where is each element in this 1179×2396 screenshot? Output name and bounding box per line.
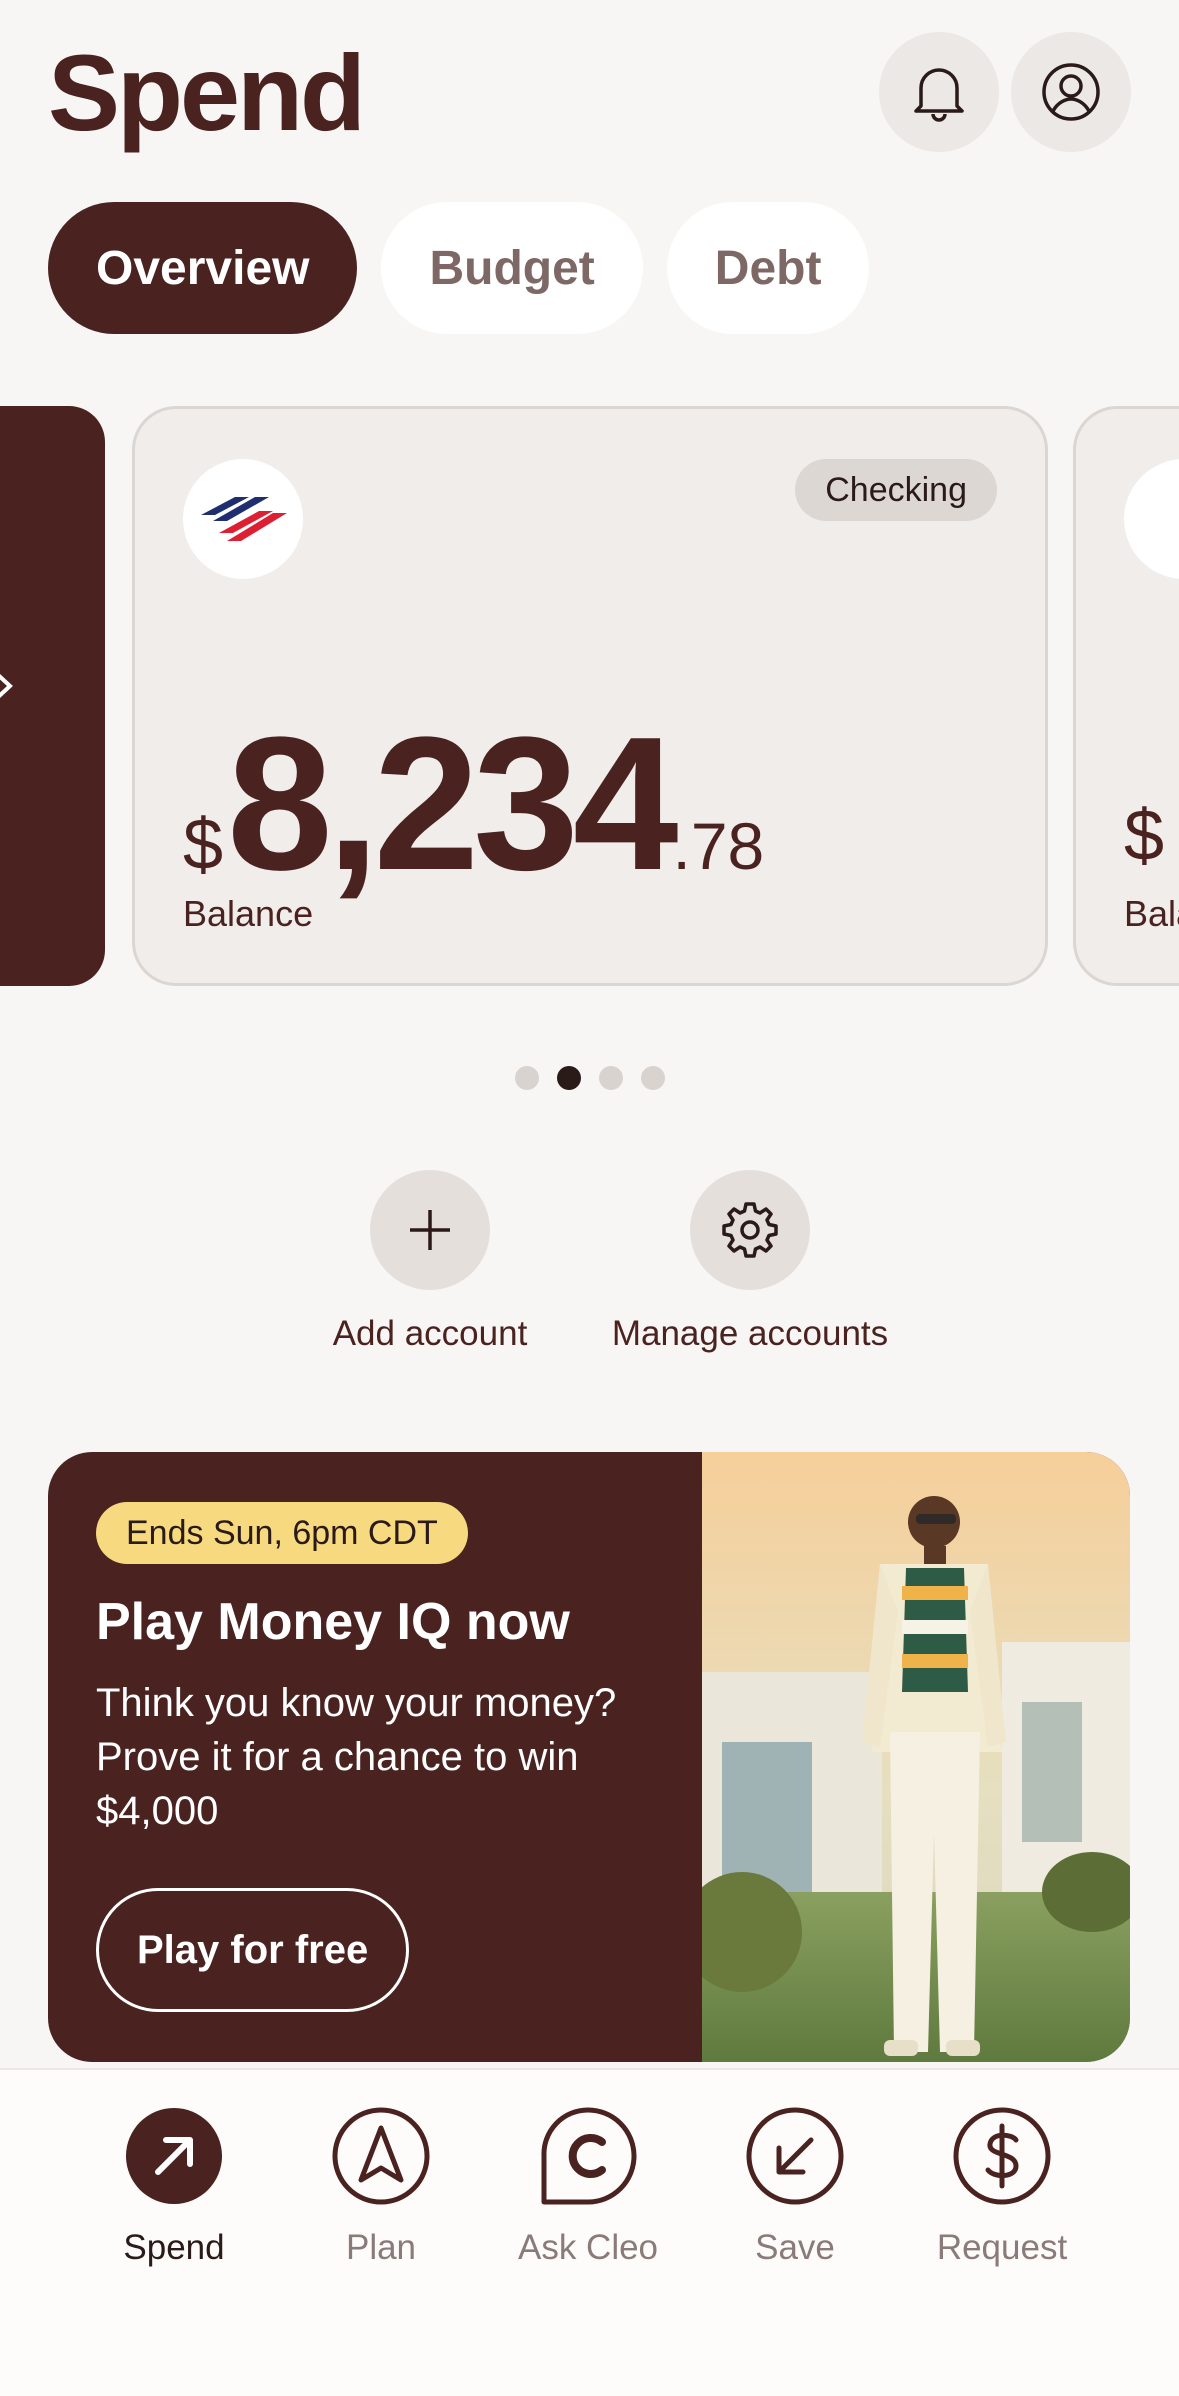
nav-request-icon-wrap[interactable] [952, 2106, 1052, 2206]
nav-label: Request [936, 2228, 1068, 2267]
account-type-badge: Checking [795, 459, 997, 521]
account-card[interactable]: Checking $ 8,234 .78 Balance [132, 406, 1048, 986]
manage-accounts-label: Manage accounts [611, 1314, 889, 1353]
balance-cents: .78 [672, 809, 765, 883]
tab-overview[interactable]: Overview [48, 202, 358, 334]
page-title: Spend [48, 32, 366, 153]
promo-card[interactable]: Ends Sun, 6pm CDT Play Money IQ now Thin… [48, 1452, 1130, 2062]
nav-label: Spend [123, 2228, 225, 2267]
profile-icon [1042, 63, 1100, 121]
profile-button[interactable] [1011, 32, 1131, 152]
add-account-circle[interactable] [370, 1170, 490, 1290]
pagination-dot[interactable] [598, 1066, 623, 1090]
plus-icon [410, 1210, 450, 1250]
nav-request[interactable]: Request [902, 2106, 1102, 2268]
chevron-right-icon [0, 674, 13, 698]
balance-amount: $ 8,234 .78 [183, 709, 764, 899]
bank-logo [183, 459, 303, 579]
nav-label: Plan [345, 2228, 417, 2267]
balance-label: Balance [183, 893, 314, 934]
nav-ask-cleo[interactable]: Ask Cleo [488, 2106, 688, 2268]
tab-budget[interactable]: Budget [381, 202, 643, 334]
nav-save-icon-wrap[interactable] [745, 2106, 845, 2206]
tab-debt[interactable]: Debt [666, 202, 870, 334]
header: Spend [0, 0, 1179, 190]
cleo-chat-icon [541, 2107, 637, 2205]
currency-symbol: $ [183, 805, 224, 885]
nav-label: Save [755, 2228, 835, 2267]
promo-title: Play Money IQ now [96, 1593, 570, 1651]
carousel-pagination [0, 1066, 1179, 1090]
pagination-dot[interactable] [514, 1066, 539, 1090]
arrow-down-left-icon [746, 2107, 844, 2205]
notifications-button[interactable] [879, 32, 999, 152]
pagination-dot[interactable] [640, 1066, 665, 1090]
account-carousel[interactable]: Checking $ 8,234 .78 Balance $ Balance [0, 406, 1179, 986]
manage-accounts-button[interactable]: Manage accounts [600, 1170, 900, 1354]
navigation-arrow-icon [332, 2107, 430, 2205]
gear-icon [722, 1202, 778, 1258]
play-for-free-button[interactable]: Play for free [96, 1888, 410, 2012]
next-card[interactable]: $ Balance [1073, 406, 1179, 986]
nav-ask-cleo-icon-wrap[interactable] [538, 2106, 638, 2206]
promo-body: Think you know your money? Prove it for … [96, 1681, 617, 1833]
balance-label: Balance [1124, 893, 1179, 934]
nav-spend-icon-wrap[interactable] [124, 2106, 224, 2206]
promo-deadline-badge: Ends Sun, 6pm CDT [96, 1502, 468, 1564]
arrow-up-right-icon [126, 2108, 222, 2204]
add-account-button[interactable]: Add account [330, 1170, 530, 1354]
nav-label: Ask Cleo [517, 2228, 659, 2267]
dollar-icon [953, 2107, 1051, 2205]
balance-whole: 8,234 [227, 698, 678, 910]
pagination-dot-active[interactable] [556, 1066, 581, 1090]
previous-card[interactable] [0, 406, 105, 986]
nav-spend[interactable]: Spend [74, 2106, 274, 2268]
nav-save[interactable]: Save [695, 2106, 895, 2268]
bank-of-america-logo [201, 497, 287, 541]
add-account-label: Add account [332, 1314, 528, 1353]
bank-logo [1124, 459, 1179, 579]
promo-image [702, 1452, 1130, 2062]
manage-accounts-circle[interactable] [690, 1170, 810, 1290]
nav-plan[interactable]: Plan [281, 2106, 481, 2268]
tab-bar: Overview Budget Debt [48, 202, 870, 334]
bell-icon [914, 68, 964, 122]
nav-plan-icon-wrap[interactable] [331, 2106, 431, 2206]
currency-symbol: $ [1124, 796, 1165, 876]
bottom-nav: Spend Plan Ask Cleo Save Request [0, 2068, 1179, 2396]
